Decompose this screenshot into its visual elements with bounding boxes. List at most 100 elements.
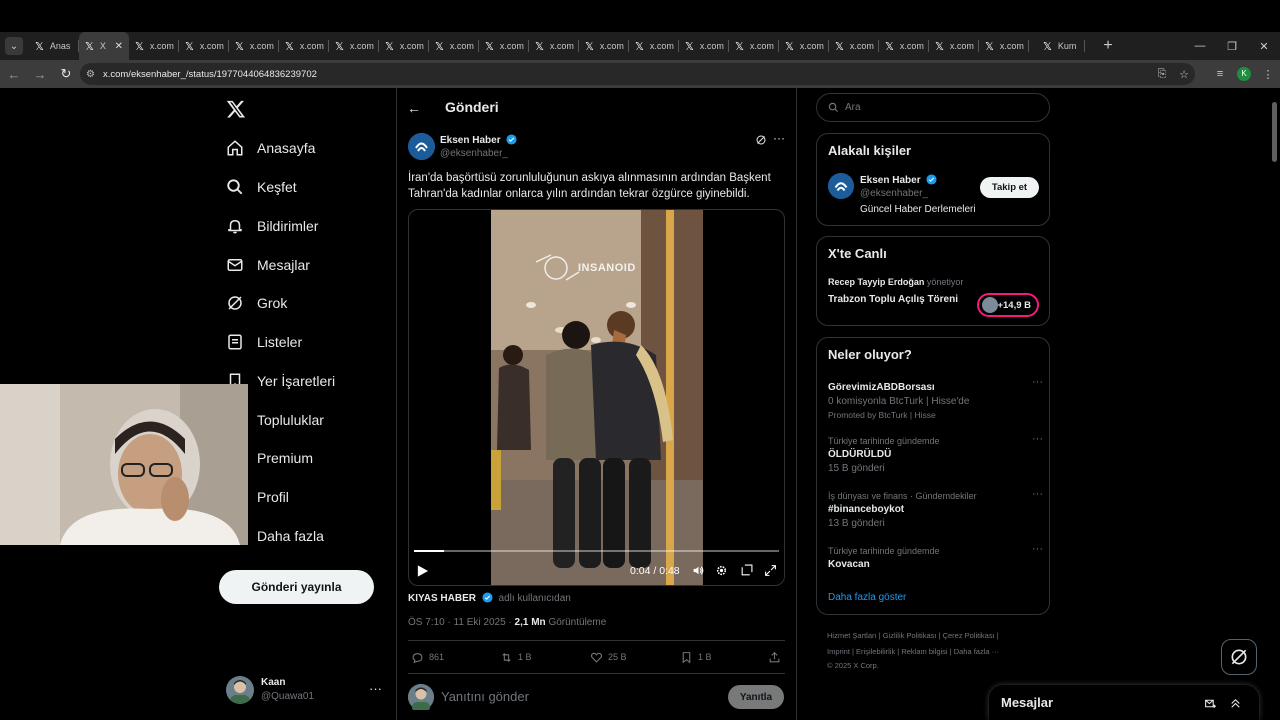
omnibox[interactable]: ⚙ x.com/eksenhaber_/status/1977044064836… [80,63,1195,85]
avatar[interactable] [828,173,854,199]
trend-item[interactable]: Türkiye tarihinde gündemde ÖLDÜRÜLDÜ 15 B … [828,433,1043,474]
author-name[interactable]: Eksen Haber [440,134,517,146]
footer-line[interactable]: Imprint | Erişilebilirlik | Reklam bilgi… [827,644,1047,660]
like-action[interactable]: 25 B [590,650,627,664]
settings-gear-icon[interactable] [715,564,728,577]
browser-tab[interactable]: 𝕏 Kum [1037,32,1085,60]
tab-search-chevron-icon[interactable]: ⌄ [5,37,23,55]
browser-tab[interactable]: 𝕏x.com [229,32,279,60]
browser-tab[interactable]: 𝕏x.com [379,32,429,60]
trend-item[interactable]: GörevimizABDBorsası 0 komisyonla BtcTurk … [828,376,1043,420]
chevron-up-icon[interactable] [1229,697,1242,710]
browser-tab[interactable]: 𝕏x.com [179,32,229,60]
back-icon[interactable]: ← [2,67,26,82]
footer-line[interactable]: Hizmet Şartları | Gizlilik Politikası | … [827,628,1047,644]
account-switcher[interactable]: Kaan @Quawa01 ··· [226,676,386,706]
grok-icon [1231,649,1247,665]
page-scrollbar[interactable] [1270,90,1278,720]
more-options-icon[interactable]: ··· [773,131,785,145]
media-controls-icon[interactable]: ≡ [1208,68,1232,80]
new-message-icon[interactable] [1204,697,1217,710]
credit-name[interactable]: KIYAS HABER [408,593,476,604]
sidebar-item-list[interactable]: Listeler [226,330,302,354]
trend-item[interactable]: İş dünyası ve finans · Gündemdekiler #bin… [828,488,1043,529]
site-settings-icon[interactable]: ⚙ [86,69,95,80]
browser-tab[interactable]: 𝕏x.com [429,32,479,60]
picture-in-picture-icon[interactable] [740,564,753,577]
bookmark-action[interactable]: 1 B [680,650,712,664]
sidebar-item-home[interactable]: Anasayfa [226,136,315,160]
browser-tab[interactable]: 𝕏x.com [879,32,929,60]
grok-icon[interactable] [755,134,767,146]
trend-item[interactable]: Türkiye tarihinde gündemde Kovacan ··· [828,543,1043,570]
play-icon[interactable] [416,564,429,578]
live-host[interactable]: Recep Tayyip Erdoğan yönetiyor [828,277,963,287]
browser-tab-label: x.com [249,41,274,51]
browser-tab[interactable]: 𝕏x.com [129,32,179,60]
browser-tab[interactable]: 𝕏 X ✕ [79,32,129,60]
browser-tab[interactable]: 𝕏x.com [729,32,779,60]
live-event-title[interactable]: Trabzon Toplu Açılış Töreni [828,294,958,305]
share-action[interactable] [768,650,786,664]
url-text[interactable]: x.com/eksenhaber_/status/197704406483623… [103,69,317,80]
reply-action[interactable]: 861 [411,650,444,664]
browser-tab[interactable]: 𝕏x.com [329,32,379,60]
browser-tab-label: x.com [499,41,524,51]
more-icon[interactable]: ··· [1032,543,1043,555]
close-window-icon[interactable]: ✕ [1248,40,1280,53]
more-icon[interactable]: ··· [1032,376,1043,388]
video-progress-bar[interactable] [414,550,779,552]
reply-submit-button[interactable]: Yanıtla [728,685,784,709]
browser-tab[interactable]: 𝕏x.com [529,32,579,60]
close-tab-icon[interactable]: ✕ [115,41,123,52]
browser-tab[interactable]: 𝕏x.com [479,32,529,60]
more-icon[interactable]: ··· [369,681,382,696]
browser-tab[interactable]: 𝕏x.com [929,32,979,60]
browser-tab[interactable]: 𝕏x.com [629,32,679,60]
more-icon[interactable]: ··· [1032,433,1043,445]
show-more-link[interactable]: Daha fazla göster [828,592,906,603]
post-timestamp[interactable]: ÖS 7:10 · 11 Eki 2025 · [408,617,515,628]
author-avatar[interactable] [408,133,435,160]
reload-icon[interactable]: ↻ [54,66,78,82]
browser-tab[interactable]: 𝕏x.com [979,32,1029,60]
more-icon[interactable]: ··· [1032,488,1043,500]
sidebar-item-search[interactable]: Keşfet [226,175,297,199]
scrollbar-thumb[interactable] [1272,102,1277,162]
sidebar-item-mail[interactable]: Mesajlar [226,253,310,277]
x-favicon-icon: 𝕏 [985,39,994,53]
related-name-text[interactable]: Eksen Haber [860,175,921,186]
messages-drawer[interactable]: Mesajlar [989,685,1259,720]
browser-tab[interactable]: 𝕏 Anas [29,32,79,60]
restore-icon[interactable]: ❐ [1216,40,1248,53]
sidebar-item-bell[interactable]: Bildirimler [226,214,318,238]
search-input[interactable]: Ara [816,93,1050,122]
browser-tab[interactable]: 𝕏x.com [579,32,629,60]
x-logo-icon[interactable] [226,99,246,119]
profile-avatar[interactable]: K [1237,67,1251,81]
author-handle[interactable]: @eksenhaber_ [440,148,508,159]
browser-tab[interactable]: 𝕏x.com [679,32,729,60]
browser-tab[interactable]: 𝕏x.com [279,32,329,60]
reply-input[interactable]: Yanıtını gönder [441,689,529,704]
new-tab-button[interactable]: + [1095,37,1121,55]
browser-tab[interactable]: 𝕏x.com [829,32,879,60]
live-listener-badge[interactable]: +14,9 B [977,293,1039,317]
browser-tab[interactable]: 𝕏x.com [779,32,829,60]
related-name[interactable]: Eksen Haber [860,174,937,186]
post-button[interactable]: Gönderi yayınla [219,570,374,604]
bookmark-star-icon[interactable]: ☆ [1173,68,1195,81]
forward-icon[interactable]: → [28,67,52,82]
sidebar-item-grok[interactable]: Grok [226,291,287,315]
volume-icon[interactable] [692,564,705,577]
grok-floating-button[interactable] [1221,639,1257,675]
repost-action[interactable]: 1 B [500,650,532,664]
author-name-text[interactable]: Eksen Haber [440,135,501,146]
fullscreen-icon[interactable] [764,564,777,577]
browser-menu-icon[interactable]: ⋮ [1256,68,1280,81]
related-handle[interactable]: @eksenhaber_ [860,188,928,199]
back-arrow-icon[interactable]: ← [407,100,421,116]
follow-button[interactable]: Takip et [980,177,1039,198]
install-app-icon[interactable]: ⎘ [1151,68,1173,81]
minimize-icon[interactable]: — [1184,40,1216,52]
